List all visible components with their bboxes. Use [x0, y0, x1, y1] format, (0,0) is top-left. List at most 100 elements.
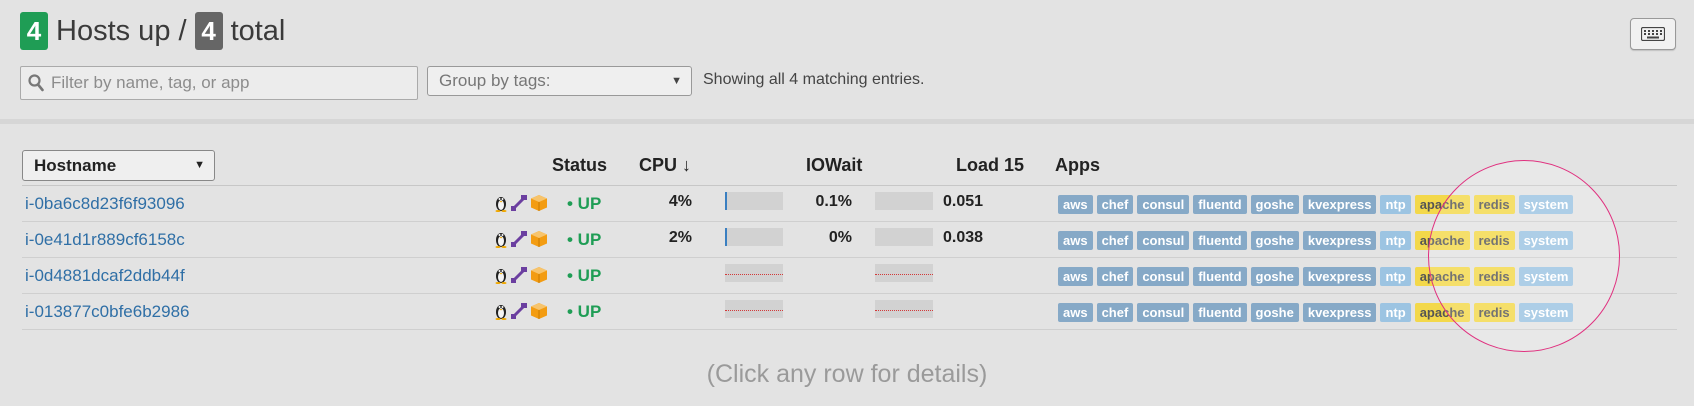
app-tag-goshe[interactable]: goshe [1250, 231, 1299, 250]
hostname-link[interactable]: i-013877c0bfe6b2986 [25, 302, 189, 322]
app-tag-kvexpress[interactable]: kvexpress [1302, 267, 1377, 286]
hostname-link[interactable]: i-0e41d1r889cf6158c [25, 230, 185, 250]
puppet-icon [510, 194, 528, 217]
cpu-bar [725, 300, 783, 318]
host-icons [494, 230, 548, 253]
app-tag-aws[interactable]: aws [1058, 231, 1093, 250]
keyboard-icon [1641, 27, 1665, 41]
chevron-down-icon: ▼ [194, 159, 205, 171]
cpu-bar [725, 264, 783, 282]
cpu-column-header[interactable]: CPU ↓ [639, 155, 691, 176]
app-tag-kvexpress[interactable]: kvexpress [1302, 303, 1377, 322]
aws-box-icon [530, 302, 548, 325]
load15-column-header[interactable]: Load 15 [956, 155, 1024, 176]
search-icon [28, 74, 44, 92]
host-icons [494, 266, 548, 289]
iowait-bar [875, 300, 933, 318]
iowait-bar [875, 192, 933, 210]
app-tag-consul[interactable]: consul [1137, 303, 1190, 322]
hosts-total-label: total [230, 14, 286, 47]
app-tag-consul[interactable]: consul [1137, 195, 1190, 214]
host-icons [494, 194, 548, 217]
linux-penguin-icon [494, 230, 508, 253]
app-tag-fluentd[interactable]: fluentd [1193, 267, 1247, 286]
linux-penguin-icon [494, 194, 508, 217]
app-tag-chef[interactable]: chef [1096, 303, 1134, 322]
apps-column-header: Apps [1055, 155, 1100, 175]
app-tag-goshe[interactable]: goshe [1250, 267, 1299, 286]
cpu-no-data-line [725, 274, 783, 275]
puppet-icon [510, 266, 528, 289]
app-tag-goshe[interactable]: goshe [1250, 195, 1299, 214]
puppet-icon [510, 230, 528, 253]
group-by-label: Group by tags: [439, 71, 551, 90]
app-tag-goshe[interactable]: goshe [1250, 303, 1299, 322]
app-tag-ntp[interactable]: ntp [1380, 195, 1411, 214]
hostname-link[interactable]: i-0d4881dcaf2ddb44f [25, 266, 185, 286]
cpu-bar-fill [725, 192, 727, 210]
cpu-bar [725, 228, 783, 246]
filter-field[interactable] [20, 66, 418, 100]
table-header: Hostname ▼ Status CPU ↓ IOWait Load 15 A… [22, 150, 1677, 186]
iowait-no-data-line [875, 310, 933, 311]
aws-box-icon [530, 266, 548, 289]
table-row[interactable]: i-0ba6c8d23f6f93096 • UP 4% 0.1% 0.051 aws che… [22, 186, 1677, 222]
cpu-value: 4% [668, 193, 692, 210]
cpu-value: 2% [668, 229, 692, 246]
cpu-bar-fill [725, 228, 727, 246]
app-tag-chef[interactable]: chef [1096, 195, 1134, 214]
page-title: 4 Hosts up / 4 total [20, 12, 293, 50]
app-tag-chef[interactable]: chef [1096, 231, 1134, 250]
app-tag-aws[interactable]: aws [1058, 195, 1093, 214]
click-row-hint: (Click any row for details) [706, 360, 988, 388]
hosts-up-label: Hosts up / [56, 14, 187, 47]
hosts-total-badge: 4 [194, 12, 223, 50]
load15-value: 0.051 [943, 193, 984, 210]
aws-box-icon [530, 230, 548, 253]
app-tag-chef[interactable]: chef [1096, 267, 1134, 286]
hosts-up-badge: 4 [20, 12, 48, 50]
iowait-bar [875, 228, 933, 246]
cpu-no-data-line [725, 310, 783, 311]
app-tag-fluentd[interactable]: fluentd [1193, 303, 1247, 322]
matching-entries-text: Showing all 4 matching entries. [703, 71, 925, 88]
table-row[interactable]: i-013877c0bfe6b2986 • UP aws chef consul flue… [22, 294, 1677, 330]
iowait-value: 0% [828, 229, 852, 246]
iowait-value: 0.1% [815, 193, 852, 210]
app-tag-consul[interactable]: consul [1137, 231, 1190, 250]
app-tag-fluentd[interactable]: fluentd [1193, 231, 1247, 250]
group-by-tags-select[interactable]: Group by tags: ▼ [427, 66, 692, 96]
status-up: • UP [567, 230, 602, 249]
app-tag-ntp[interactable]: ntp [1380, 267, 1411, 286]
iowait-column-header[interactable]: IOWait [806, 155, 862, 176]
keyboard-shortcuts-button[interactable] [1630, 18, 1676, 50]
puppet-icon [510, 302, 528, 325]
linux-penguin-icon [494, 266, 508, 289]
app-tag-fluentd[interactable]: fluentd [1193, 195, 1247, 214]
app-tag-aws[interactable]: aws [1058, 303, 1093, 322]
app-tag-ntp[interactable]: ntp [1380, 231, 1411, 250]
filter-input[interactable] [51, 67, 411, 99]
status-up: • UP [567, 194, 602, 213]
status-up: • UP [567, 266, 602, 285]
cpu-bar [725, 192, 783, 210]
load15-value: 0.038 [943, 229, 984, 246]
linux-penguin-icon [494, 302, 508, 325]
app-tag-kvexpress[interactable]: kvexpress [1302, 231, 1377, 250]
iowait-bar [875, 264, 933, 282]
status-up: • UP [567, 302, 602, 321]
hostname-link[interactable]: i-0ba6c8d23f6f93096 [25, 194, 185, 214]
highlight-circle [1428, 160, 1620, 352]
iowait-no-data-line [875, 274, 933, 275]
hostname-sort-select[interactable]: Hostname ▼ [22, 150, 215, 181]
aws-box-icon [530, 194, 548, 217]
chevron-down-icon: ▼ [671, 75, 682, 87]
app-tag-ntp[interactable]: ntp [1380, 303, 1411, 322]
app-tag-kvexpress[interactable]: kvexpress [1302, 195, 1377, 214]
app-tag-aws[interactable]: aws [1058, 267, 1093, 286]
app-tag-consul[interactable]: consul [1137, 267, 1190, 286]
status-column-header[interactable]: Status [552, 155, 607, 176]
host-icons [494, 302, 548, 325]
top-panel: 4 Hosts up / 4 total Group by tags: ▼ Sh… [0, 0, 1694, 124]
hostname-column-label: Hostname [34, 156, 117, 175]
